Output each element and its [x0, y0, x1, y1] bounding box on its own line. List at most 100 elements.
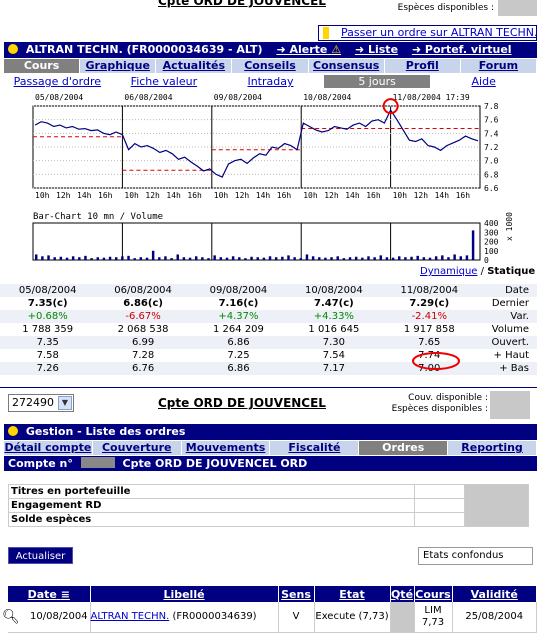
- col-sens[interactable]: Sens: [278, 586, 315, 602]
- magnifier-icon[interactable]: 🔍︎: [2, 609, 20, 625]
- history-cell: 7.26: [0, 362, 96, 375]
- arrow-bullet-icon: [8, 426, 18, 436]
- history-date: 10/08/2004: [286, 284, 382, 297]
- volume-bar: [231, 256, 235, 260]
- volume-title: Bar-Chart 10 mn / Volume: [33, 212, 163, 222]
- refresh-button[interactable]: Actualiser: [8, 547, 73, 564]
- alert-link[interactable]: ➜ Alerte ⚠: [276, 43, 341, 56]
- volume-bar: [47, 255, 50, 260]
- volume-bar: [213, 255, 216, 260]
- date-label: 09/08/2004: [214, 93, 262, 102]
- volume-bar: [428, 257, 432, 260]
- virtual-portfolio-link[interactable]: ➜ Portef. virtuel: [412, 43, 512, 56]
- y-tick-label: 6.8: [484, 170, 499, 179]
- col-date[interactable]: Date ≡: [8, 586, 91, 602]
- subtab-5days[interactable]: 5 jours: [323, 75, 431, 88]
- history-row-label: Ouvert.: [477, 336, 537, 349]
- sort-icon: ≡: [60, 587, 70, 601]
- volume-bar: [59, 256, 63, 260]
- volume-bar: [188, 257, 192, 260]
- stock-title: ALTRAN TECHN. (FR0000034639 - ALT): [25, 43, 263, 56]
- x-tick-label: 16h: [277, 191, 292, 200]
- tab-conseils[interactable]: Conseils: [232, 59, 309, 73]
- view-links: Dynamique / Statique: [420, 266, 536, 277]
- pass-order-link[interactable]: Passer un ordre sur ALTRAN TECHN.: [318, 25, 537, 41]
- history-cell: 6.86: [190, 336, 287, 349]
- pass-order-label[interactable]: Passer un ordre sur ALTRAN TECHN.: [341, 26, 536, 39]
- x-tick-label: 10h: [214, 191, 229, 200]
- volume-bar: [133, 258, 136, 260]
- account-values: [490, 391, 530, 419]
- x-tick-label: 14h: [77, 191, 92, 200]
- account-title-top[interactable]: Cpte ORD DE JOUVENCEL: [158, 0, 326, 8]
- volume-bar: [244, 258, 247, 260]
- tab-actualites[interactable]: Actualités: [156, 59, 233, 73]
- volume-bar: [385, 257, 389, 260]
- volume-bar: [164, 256, 167, 260]
- dynamic-link[interactable]: Dynamique: [420, 266, 477, 277]
- tab-graphique[interactable]: Graphique: [80, 59, 157, 73]
- tab-fiscalite[interactable]: Fiscalité: [270, 441, 360, 455]
- x-tick-label: 16h: [187, 191, 202, 200]
- volume-y-tick: 400: [484, 219, 499, 228]
- history-cell: 7.35(c): [27, 298, 68, 309]
- subtab-fiche[interactable]: Fiche valeur: [111, 75, 218, 88]
- tab-detail-compte[interactable]: Détail compte: [4, 441, 93, 455]
- tab-cours[interactable]: Cours: [4, 59, 81, 73]
- volume-frame: [32, 222, 481, 261]
- x-tick-label: 10h: [124, 191, 139, 200]
- history-cell: 1 917 858: [403, 324, 455, 335]
- x-tick-label: 10h: [303, 191, 318, 200]
- volume-bar: [299, 258, 303, 260]
- volume-bar: [453, 254, 456, 260]
- history-date: 05/08/2004: [0, 284, 96, 297]
- warning-icon: ⚠: [331, 43, 342, 56]
- x-tick-label: 14h: [345, 191, 360, 200]
- x-tick-label: 14h: [256, 191, 271, 200]
- history-cell: 7.30: [286, 336, 382, 349]
- history-cell: 1 016 645: [308, 324, 360, 335]
- tab-reporting[interactable]: Reporting: [448, 441, 537, 455]
- volume-bar: [373, 257, 376, 260]
- col-validite[interactable]: Validité: [452, 586, 537, 602]
- col-qte[interactable]: Qté: [390, 586, 415, 602]
- tab-consensus[interactable]: Consensus: [308, 59, 385, 73]
- tab-profil[interactable]: Profil: [384, 59, 461, 73]
- tab-ordres[interactable]: Ordres: [359, 441, 449, 455]
- holdings-table: Titres en portefeuille Engagement RD Sol…: [8, 484, 529, 527]
- subtab-intraday[interactable]: Intraday: [217, 75, 324, 88]
- volume-bar: [238, 257, 241, 260]
- account-select[interactable]: 272490 ▼: [8, 394, 74, 412]
- compte-name: Cpte ORD DE JOUVENCEL ORD: [122, 457, 308, 470]
- col-cours[interactable]: Cours: [414, 586, 453, 602]
- date-label: 05/08/2004: [35, 93, 83, 102]
- volume-bar: [53, 257, 56, 260]
- col-libelle[interactable]: Libellé: [90, 586, 279, 602]
- volume-bar: [65, 257, 69, 260]
- volume-bar: [410, 256, 413, 260]
- x-tick-label: 12h: [56, 191, 71, 200]
- history-cell: 7.29(c): [409, 298, 450, 309]
- tab-forum[interactable]: Forum: [460, 59, 537, 73]
- account-title[interactable]: Cpte ORD DE JOUVENCEL: [158, 396, 326, 410]
- stock-link[interactable]: ALTRAN TECHN.: [91, 611, 170, 622]
- subtab-help[interactable]: Aide: [430, 75, 537, 88]
- volume-y-tick: 100: [484, 247, 499, 256]
- volume-bar: [108, 256, 112, 260]
- cash-label-top: Espèces disponibles :: [397, 3, 494, 13]
- volume-bar: [330, 257, 333, 260]
- subtab-order[interactable]: Passage d'ordre: [4, 75, 111, 88]
- tab-mouvements[interactable]: Mouvements: [181, 441, 271, 455]
- volume-bar: [459, 256, 463, 260]
- chevron-down-icon[interactable]: ▼: [58, 396, 72, 410]
- gestion-title: Gestion - Liste des ordres: [25, 425, 186, 438]
- volume-bar: [391, 257, 395, 260]
- tab-couverture[interactable]: Couverture: [92, 441, 182, 455]
- list-link[interactable]: ➜ Liste: [355, 43, 398, 56]
- volume-bar: [422, 257, 426, 260]
- volume-y-tick: 300: [484, 228, 499, 237]
- volume-bar: [342, 258, 346, 260]
- history-date: 06/08/2004: [95, 284, 191, 297]
- state-filter-select[interactable]: Etats confondus: [418, 547, 533, 565]
- col-etat[interactable]: Etat: [314, 586, 391, 602]
